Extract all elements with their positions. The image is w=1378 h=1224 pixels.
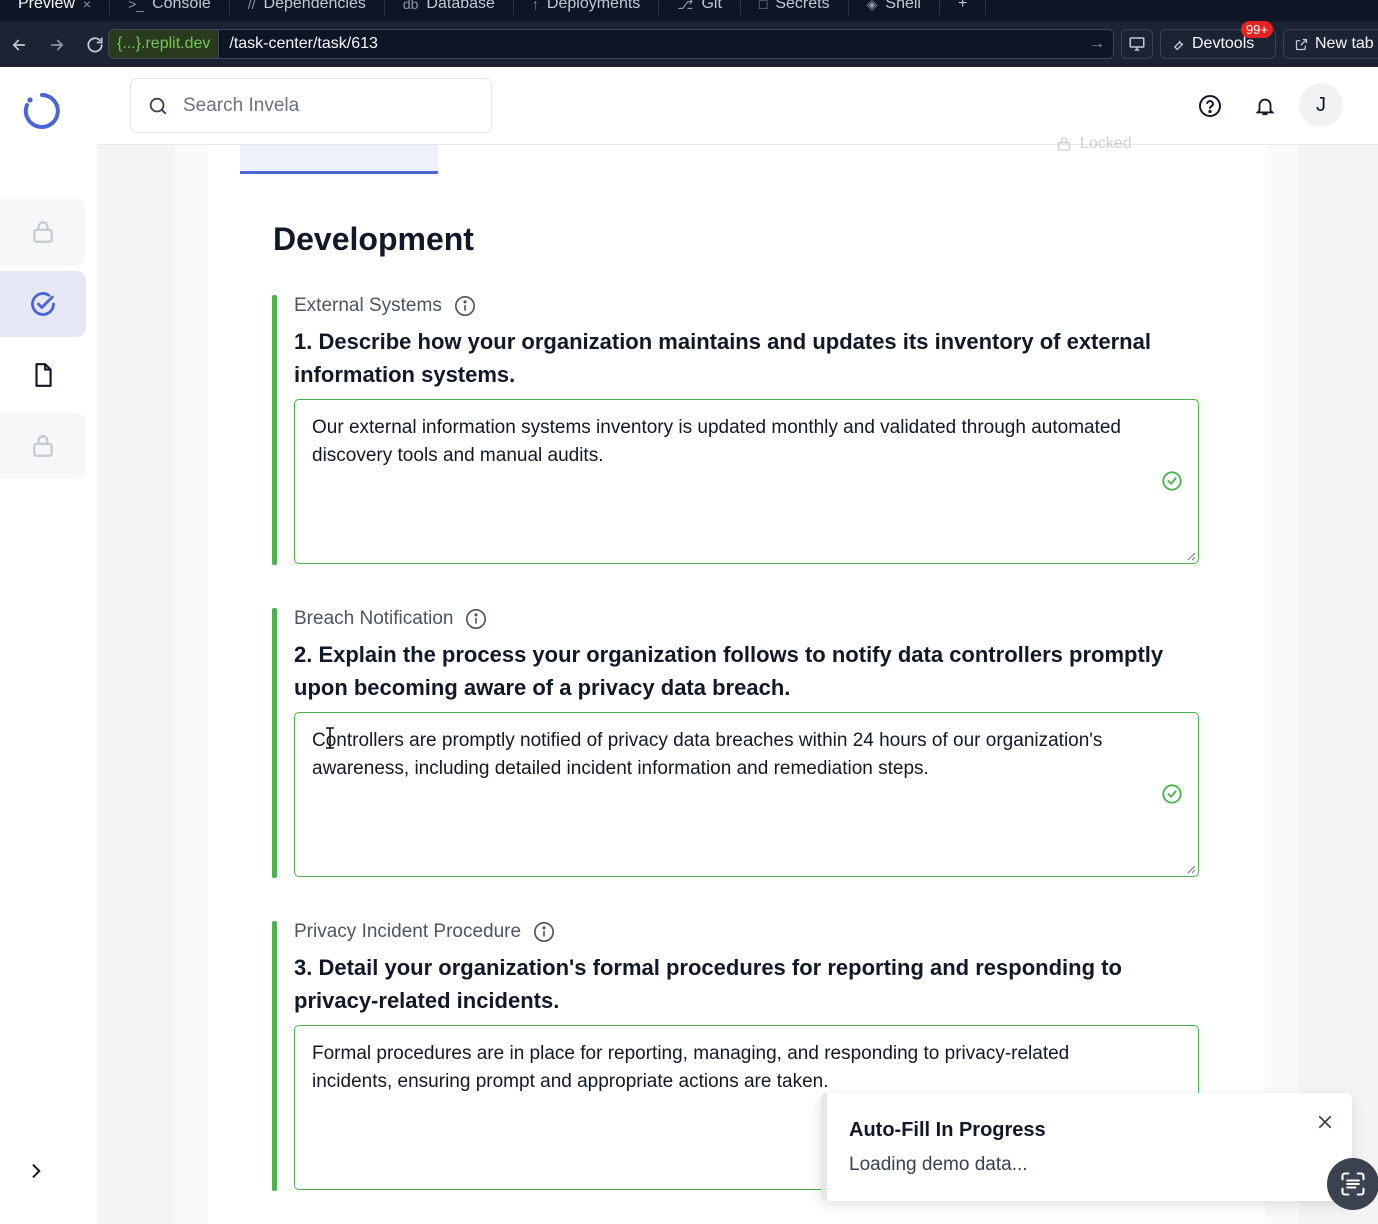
file-icon [35, 363, 52, 387]
avatar[interactable]: J [1299, 83, 1343, 127]
secrets-icon: □ [758, 0, 768, 12]
device-preview-button[interactable] [1121, 29, 1153, 59]
add-tab-button[interactable]: + [940, 0, 987, 15]
help-icon [1199, 95, 1221, 117]
help-button[interactable] [1195, 91, 1225, 121]
info-icon[interactable] [454, 295, 476, 317]
url-path: /task-center/task/613 [229, 35, 378, 52]
question-text: 1. Describe how your organization mainta… [294, 329, 1151, 387]
notifications-button[interactable] [1250, 91, 1280, 121]
close-icon[interactable]: × [83, 0, 91, 11]
sidebar-item-locked-1[interactable] [0, 199, 86, 265]
section-title: Development [273, 221, 474, 257]
check-circle-icon [31, 292, 55, 316]
tab-deployments[interactable]: ↑ Deployments [514, 0, 660, 15]
question-text: 2. Explain the process your organization… [294, 642, 1164, 700]
question-status-bar [272, 608, 277, 878]
arrow-right-icon [50, 39, 64, 50]
question-1: External Systems 1. Describe how your or… [272, 295, 1202, 565]
replit-tab-bar: Preview × >_ Console //Dependencies db Data… [0, 0, 1378, 22]
invela-logo [23, 93, 60, 129]
shell-icon: ◈ [866, 0, 878, 12]
text-cursor-icon [324, 727, 336, 755]
search-box[interactable] [130, 78, 492, 133]
terminal-icon: >_ [128, 0, 145, 12]
wrench-icon [1173, 40, 1184, 50]
info-icon[interactable] [465, 608, 487, 630]
toast-close-button[interactable] [1316, 1113, 1334, 1136]
progress-step-active[interactable] [240, 145, 438, 173]
autofill-toast: Auto-Fill In Progress Loading demo data.… [821, 1093, 1352, 1201]
go-icon[interactable]: → [1081, 35, 1113, 53]
answer-textarea[interactable]: Controllers are promptly notified of pri… [294, 712, 1199, 877]
close-icon [1318, 1115, 1332, 1129]
forward-button[interactable] [38, 22, 76, 67]
check-circle-icon [1162, 471, 1182, 491]
bell-icon [1255, 98, 1275, 116]
tab-preview[interactable]: Preview × [0, 0, 111, 15]
url-bar: {...}.replit.dev /task-center/task/613 →… [0, 21, 1378, 67]
monitor-icon [1129, 37, 1145, 51]
devtools-badge: 99+ [1240, 21, 1273, 38]
resize-handle-icon[interactable] [1186, 864, 1196, 874]
sidebar-item-documents[interactable] [0, 342, 86, 408]
question-2: Breach Notification 2. Explain the proce… [272, 608, 1202, 878]
arrow-left-icon [12, 39, 26, 50]
question-category: Privacy Incident Procedure [294, 921, 555, 943]
new-tab-button[interactable]: New tab [1283, 29, 1378, 59]
progress-step-indicator [240, 171, 438, 174]
devtools-button[interactable]: Devtools 99+ [1160, 21, 1276, 59]
scan-text-icon [1341, 1172, 1365, 1196]
search-icon [149, 97, 167, 114]
question-status-bar [272, 921, 277, 1191]
screen-capture-button[interactable] [1327, 1158, 1378, 1210]
back-button[interactable] [0, 22, 38, 67]
sidebar-item-task-center[interactable] [0, 271, 86, 337]
sidebar-item-locked-2[interactable] [0, 413, 86, 479]
info-icon[interactable] [533, 921, 555, 943]
plus-icon: + [957, 0, 968, 12]
chevron-right-icon [32, 1164, 41, 1178]
check-circle-icon [1162, 784, 1182, 804]
question-category: Breach Notification [294, 608, 487, 630]
answer-text: Our external information systems invento… [312, 417, 1122, 466]
progress-steps-ghost [437, 67, 1218, 145]
search-input[interactable] [183, 94, 463, 117]
lock-icon [33, 435, 53, 457]
answer-textarea[interactable]: Our external information systems invento… [294, 399, 1199, 564]
tab-secrets[interactable]: □ Secrets [741, 0, 849, 15]
tab-shell[interactable]: ◈ Shell [849, 0, 940, 15]
sidebar-expand-button[interactable] [26, 1161, 46, 1187]
top-header: J [97, 67, 1378, 145]
tab-console[interactable]: >_ Console [110, 0, 230, 15]
url-domain: {...}.replit.dev [109, 30, 220, 58]
lock-icon [33, 221, 53, 243]
tab-database[interactable]: db Database [385, 0, 514, 15]
database-icon: db [402, 0, 419, 12]
locked-step-label: Locked [1056, 135, 1132, 153]
app: J Locked Development External Systems [0, 67, 1378, 1224]
deploy-icon: ↑ [531, 0, 539, 12]
sidebar [0, 67, 97, 1224]
answer-text: Controllers are promptly notified of pri… [312, 730, 1103, 779]
package-icon: // [247, 0, 256, 12]
address-field[interactable]: {...}.replit.dev /task-center/task/613 → [108, 29, 1114, 59]
resize-handle-icon[interactable] [1186, 551, 1196, 561]
answer-text: Formal procedures are in place for repor… [312, 1043, 1070, 1092]
reload-icon [87, 36, 103, 53]
tab-git[interactable]: ⎇ Git [659, 0, 741, 15]
toast-title: Auto-Fill In Progress [849, 1119, 1046, 1141]
question-category: External Systems [294, 295, 476, 317]
question-status-bar [272, 295, 277, 565]
toast-message: Loading demo data... [849, 1154, 1028, 1175]
question-text: 3. Detail your organization's formal pro… [294, 955, 1122, 1013]
external-link-icon [1295, 38, 1308, 50]
git-icon: ⎇ [677, 0, 694, 12]
lock-icon [1058, 137, 1070, 151]
tab-dependencies[interactable]: //Dependencies [230, 0, 385, 15]
